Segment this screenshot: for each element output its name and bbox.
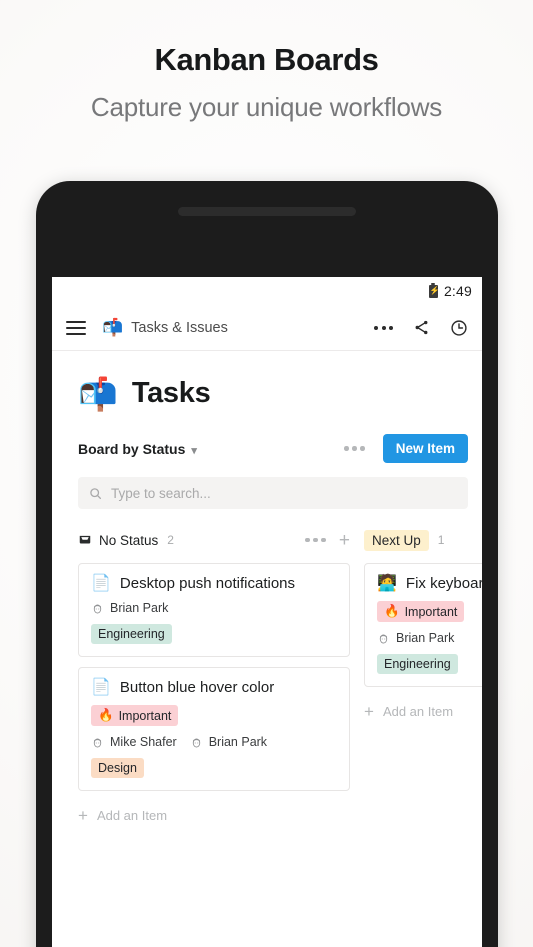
plus-icon: + [364,702,374,721]
card-tags: Design [91,749,337,778]
kanban-card[interactable]: 📄 Button blue hover color 🔥 Important Mi… [78,667,350,791]
card-priority-tags: 🔥 Important [91,696,337,726]
app-bar-title: Tasks & Issues [131,319,228,336]
tag-design: Design [91,758,144,778]
board-view-label: Board by Status [78,440,186,457]
promo-subtitle: Capture your unique workflows [90,92,443,122]
assignee-name: Mike Shafer [110,735,177,749]
phone-mockup: 2:49 📬 Tasks & Issues [36,181,498,947]
card-title: Desktop push notifications [119,575,296,592]
fire-icon: 🔥 [384,604,400,618]
add-item-label: Add an Item [96,808,168,823]
face-avatar-icon [379,634,388,644]
plus-icon: + [78,806,88,825]
postbox-icon: 📬 [102,318,124,337]
chevron-down-icon: ▾ [191,444,197,457]
technologist-icon: 🧑‍💻 [377,574,397,592]
assignee: Brian Park [377,631,454,645]
card-tags: Engineering [377,645,482,674]
add-item-button[interactable]: + Add an Item [78,807,350,824]
new-item-button[interactable]: New Item [382,434,468,463]
card-assignees: Brian Park [91,601,337,615]
card-priority-tags: 🔥 Important [377,592,482,622]
status-bar-time: 2:49 [443,283,472,299]
add-item-label: Add an Item [382,704,454,719]
column-header: Next Up 1 [364,527,482,553]
column-overflow-icon[interactable] [305,537,326,543]
status-bar: 2:49 [52,277,482,305]
tag-label: Important [118,708,172,723]
board-view-selector[interactable]: Board by Status ▾ [78,441,197,457]
search-input[interactable]: Type to search... [78,477,468,509]
card-title: Fix keyboard [405,575,482,592]
page-facing-up-icon: 📄 [91,574,111,592]
hamburger-menu-icon[interactable] [66,320,86,335]
board-overflow-icon[interactable] [344,446,365,451]
assignee-name: Brian Park [208,735,268,749]
card-assignees: Brian Park [377,631,482,645]
clock-history-icon[interactable] [450,319,468,337]
inbox-icon [79,535,91,544]
share-icon[interactable] [413,319,430,336]
promo-header: Kanban Boards Capture your unique workfl… [0,0,533,123]
search-placeholder: Type to search... [111,485,211,501]
add-item-button[interactable]: + Add an Item [364,703,482,720]
page-title: Tasks [131,377,211,409]
card-title-row: 🧑‍💻 Fix keyboard [377,575,482,592]
tag-engineering: Engineering [91,624,172,644]
assignee-name: Brian Park [110,601,169,615]
tag-label: Important [404,604,458,619]
page-title-row: 📬 Tasks [52,351,482,410]
card-assignees: Mike Shafer Brian Park [91,735,337,749]
board-controls: Board by Status ▾ New Item [52,410,482,463]
more-horizontal-icon[interactable] [374,325,393,330]
app-bar: 📬 Tasks & Issues [52,305,482,351]
column-count: 1 [437,533,445,547]
board-column-next-up: Next Up 1 🧑‍💻 Fix keyboard 🔥 Important [364,527,482,824]
kanban-card[interactable]: 📄 Desktop push notifications Brian Park [78,563,350,657]
assignee: Mike Shafer [91,735,177,749]
card-title: Button blue hover color [119,679,275,696]
column-title: No Status [99,532,159,548]
postbox-icon: 📬 [78,375,118,412]
phone-screen: 2:49 📬 Tasks & Issues [52,277,482,947]
search-bar-wrap: Type to search... [52,463,482,509]
card-tags: Engineering [91,615,337,644]
column-count: 2 [167,533,174,547]
tag-important: 🔥 Important [91,705,179,726]
column-add-icon[interactable]: + [339,531,350,550]
face-avatar-icon [93,604,102,614]
card-title-row: 📄 Button blue hover color [91,679,337,696]
assignee-name: Brian Park [396,631,455,645]
column-header: No Status 2 + [78,527,350,553]
screenshot-root: Kanban Boards Capture your unique workfl… [0,0,533,947]
card-title-row: 📄 Desktop push notifications [91,575,337,592]
search-icon [90,487,102,499]
tag-engineering: Engineering [377,654,458,674]
fire-icon: 🔥 [98,708,114,722]
board-column-no-status: No Status 2 + 📄 Desktop push notificatio… [78,527,350,824]
battery-charging-icon [428,282,439,298]
page-facing-up-icon: 📄 [91,678,111,696]
face-avatar-icon [93,738,102,748]
column-title: Next Up [364,529,429,551]
face-avatar-icon [192,738,200,748]
assignee: Brian Park [91,601,168,615]
assignee: Brian Park [190,735,267,749]
tag-important: 🔥 Important [377,601,465,622]
promo-title: Kanban Boards [154,42,379,77]
kanban-board: No Status 2 + 📄 Desktop push notificatio… [52,527,482,824]
phone-speaker [178,207,356,216]
kanban-card[interactable]: 🧑‍💻 Fix keyboard 🔥 Important [364,563,482,687]
